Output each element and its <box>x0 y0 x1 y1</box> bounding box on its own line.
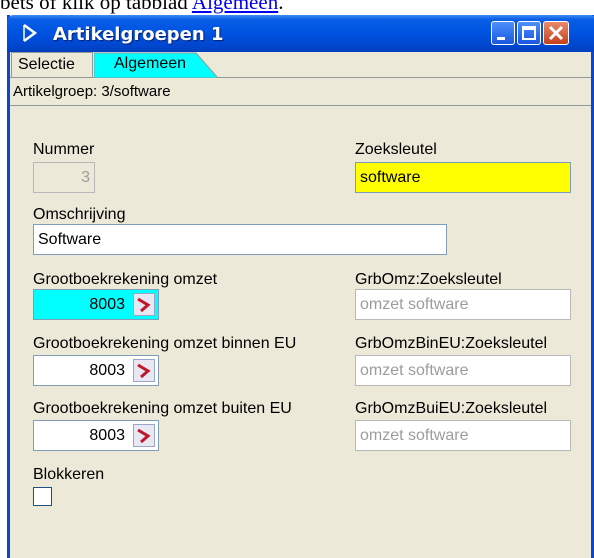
tab-selectie[interactable]: Selectie <box>11 52 93 77</box>
gb-binnen-field[interactable]: 8003 <box>33 355 159 386</box>
artikelgroepen-window: Artikelgroepen 1 Selectie Algemeen Artik… <box>7 15 594 558</box>
caption-end: . <box>278 0 284 14</box>
window-title: Artikelgroepen 1 <box>53 24 224 45</box>
gb-binnen-label: Grootboekrekening omzet binnen EU <box>33 335 297 352</box>
gb-binnen-zoek-label: GrbOmzBinEU:Zoeksleutel <box>355 335 548 352</box>
lookup-arrow-icon[interactable] <box>133 424 155 447</box>
gb-binnen-zoek-field[interactable]: omzet software <box>355 355 571 386</box>
gb-buiten-label: Grootboekrekening omzet buiten EU <box>33 400 292 417</box>
gb-omzet-value: 8003 <box>89 296 125 313</box>
app-arrow-icon <box>23 23 38 43</box>
blokkeren-checkbox[interactable] <box>33 487 52 506</box>
close-icon <box>548 25 564 41</box>
gb-buiten-field[interactable]: 8003 <box>33 420 159 451</box>
minimize-button[interactable] <box>491 21 515 45</box>
gb-buiten-value: 8003 <box>89 427 125 444</box>
tab-algemeen-label: Algemeen <box>114 55 187 72</box>
omschrijving-field[interactable]: Software <box>33 224 447 255</box>
omschrijving-label: Omschrijving <box>33 206 126 223</box>
algemeen-link[interactable]: Algemeen <box>192 0 278 14</box>
caption-text: bets of klik op tabblad <box>0 0 192 14</box>
tab-strip: Selectie Algemeen <box>10 52 591 78</box>
zoeksleutel-label: Zoeksleutel <box>355 141 437 158</box>
gb-omzet-zoek-field[interactable]: omzet software <box>355 289 571 320</box>
lookup-arrow-icon[interactable] <box>133 293 155 316</box>
nummer-label: Nummer <box>33 141 95 158</box>
maximize-icon <box>522 26 536 40</box>
tab-algemeen[interactable]: Algemeen <box>94 52 224 78</box>
maximize-button[interactable] <box>517 21 541 45</box>
lookup-arrow-icon[interactable] <box>133 359 155 382</box>
gb-binnen-value: 8003 <box>89 362 125 379</box>
record-info: Artikelgroep: 3/software <box>10 79 591 106</box>
blokkeren-label: Blokkeren <box>33 466 105 483</box>
title-bar[interactable]: Artikelgroepen 1 <box>7 15 594 52</box>
gb-buiten-zoek-label: GrbOmzBuiEU:Zoeksleutel <box>355 400 548 417</box>
nummer-field[interactable]: 3 <box>33 162 95 193</box>
document-caption: bets of klik op tabblad Algemeen. <box>0 0 594 14</box>
gb-omzet-field[interactable]: 8003 <box>33 289 159 320</box>
tab-selectie-label: Selectie <box>18 56 75 73</box>
zoeksleutel-field[interactable]: software <box>355 162 571 193</box>
gb-buiten-zoek-field[interactable]: omzet software <box>355 420 571 451</box>
gb-omzet-label: Grootboekrekening omzet <box>33 271 218 288</box>
minimize-icon <box>497 37 505 40</box>
close-button[interactable] <box>543 21 569 45</box>
gb-omzet-zoek-label: GrbOmz:Zoeksleutel <box>355 271 502 288</box>
